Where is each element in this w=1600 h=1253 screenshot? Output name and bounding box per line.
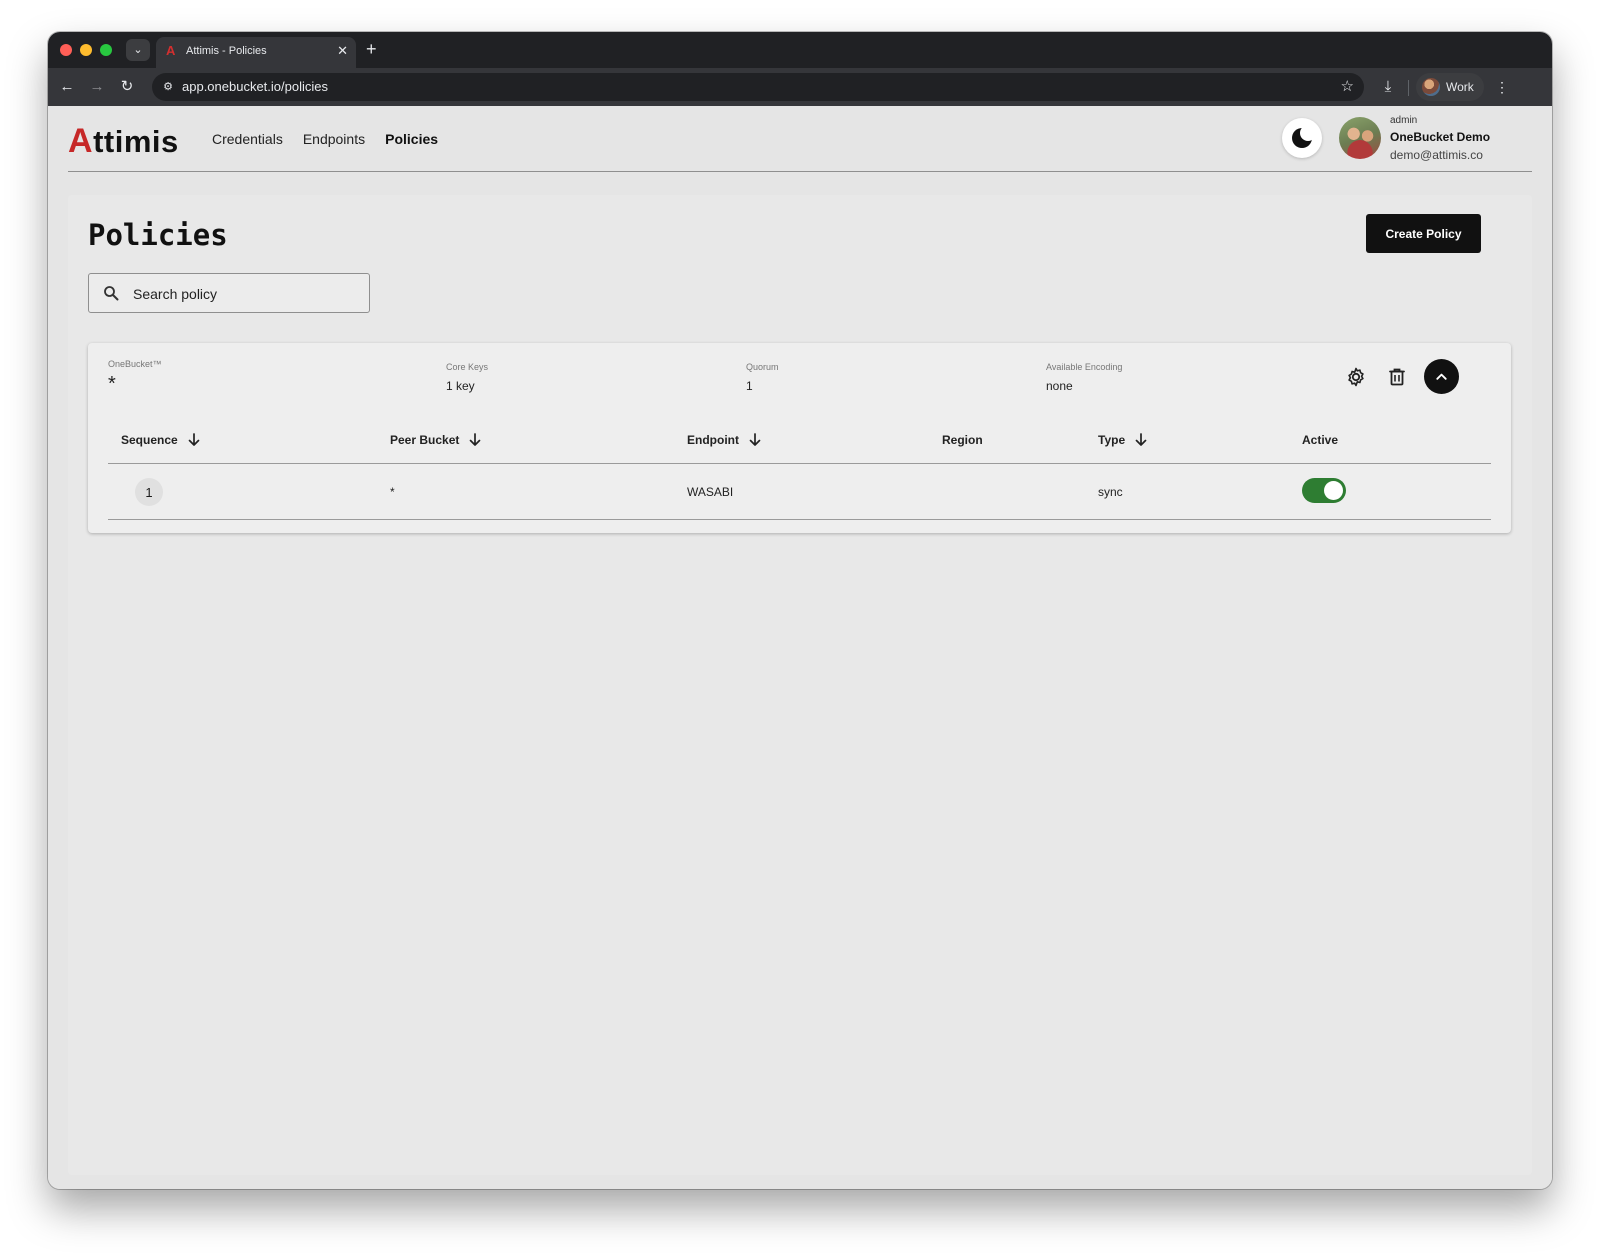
content-panel: Policies Create Policy Search policy One… xyxy=(68,195,1532,1175)
sort-arrow-down-icon[interactable] xyxy=(188,433,200,447)
column-sequence-label: Sequence xyxy=(121,433,178,447)
table-row[interactable]: 1 * WASABI sync xyxy=(108,464,1491,520)
dark-mode-toggle[interactable] xyxy=(1282,118,1322,158)
browser-tab-bar: ⌄ A Attimis - Policies ✕ + xyxy=(48,32,1552,68)
column-type-label: Type xyxy=(1098,433,1126,447)
address-bar[interactable]: ⚙ app.onebucket.io/policies ☆ xyxy=(152,73,1364,101)
policy-card: OneBucket™ * Core Keys 1 key Quorum 1 Av… xyxy=(88,343,1511,533)
trash-icon[interactable] xyxy=(1385,365,1409,389)
sort-arrow-down-icon[interactable] xyxy=(469,433,481,447)
nav-policies[interactable]: Policies xyxy=(385,131,438,147)
logo-text: ttimis xyxy=(93,124,179,159)
back-arrow-icon[interactable]: ← xyxy=(56,76,78,98)
maximize-window-button[interactable] xyxy=(100,44,112,56)
quorum-value: 1 xyxy=(746,379,753,393)
profile-avatar xyxy=(1422,78,1440,96)
table-header: Sequence Peer Bucket Endpoint Region Typ… xyxy=(108,421,1491,464)
app-header: Attimis Credentials Endpoints Policies a… xyxy=(68,106,1532,172)
search-placeholder: Search policy xyxy=(133,286,218,302)
user-email: demo@attimis.co xyxy=(1390,148,1483,162)
chevron-up-icon xyxy=(1436,373,1447,380)
column-peer-bucket-label: Peer Bucket xyxy=(390,433,460,447)
sort-arrow-down-icon[interactable] xyxy=(749,433,761,447)
attimis-favicon-icon: A xyxy=(166,43,176,58)
collapse-button[interactable] xyxy=(1424,359,1459,394)
encoding-value: none xyxy=(1046,379,1073,393)
site-settings-icon[interactable]: ⚙ xyxy=(160,79,176,95)
url-text[interactable]: app.onebucket.io/policies xyxy=(182,79,328,94)
tab-close-icon[interactable]: ✕ xyxy=(337,43,348,59)
active-toggle[interactable] xyxy=(1302,478,1346,503)
column-sequence[interactable]: Sequence xyxy=(121,433,200,447)
sequence-chip: 1 xyxy=(135,478,163,506)
toggle-knob xyxy=(1324,481,1343,500)
nav-credentials[interactable]: Credentials xyxy=(212,131,283,147)
attimis-logo[interactable]: Attimis xyxy=(68,122,179,161)
quorum-label: Quorum xyxy=(746,362,779,372)
tab-search-chevron-icon[interactable]: ⌄ xyxy=(126,39,150,61)
gear-icon[interactable] xyxy=(1344,365,1368,389)
minimize-window-button[interactable] xyxy=(80,44,92,56)
moon-icon xyxy=(1292,125,1316,148)
reload-icon[interactable]: ↻ xyxy=(116,76,138,98)
tab-title: Attimis - Policies xyxy=(186,45,267,57)
column-region-label: Region xyxy=(942,433,983,447)
main-nav: Credentials Endpoints Policies xyxy=(212,131,438,147)
logo-letter-a: A xyxy=(68,122,94,160)
user-name: OneBucket Demo xyxy=(1390,130,1491,144)
type-cell: sync xyxy=(1098,485,1123,499)
column-type[interactable]: Type xyxy=(1098,433,1147,447)
sort-arrow-down-icon[interactable] xyxy=(1135,433,1147,447)
browser-tab[interactable]: A Attimis - Policies ✕ xyxy=(156,37,356,68)
column-active: Active xyxy=(1302,433,1338,447)
column-peer-bucket[interactable]: Peer Bucket xyxy=(390,433,481,447)
app-root: Attimis Credentials Endpoints Policies a… xyxy=(48,106,1552,1189)
browser-window: ⌄ A Attimis - Policies ✕ + ← → ↻ ⚙ app.o… xyxy=(48,32,1552,1189)
toolbar-divider xyxy=(1408,80,1409,96)
bucket-label: OneBucket™ xyxy=(108,359,162,369)
close-window-button[interactable] xyxy=(60,44,72,56)
search-icon xyxy=(104,286,119,301)
nav-endpoints[interactable]: Endpoints xyxy=(303,131,365,147)
column-endpoint[interactable]: Endpoint xyxy=(687,433,761,447)
bookmark-star-icon[interactable]: ☆ xyxy=(1341,78,1354,96)
forward-arrow-icon[interactable]: → xyxy=(86,76,108,98)
download-icon[interactable]: ⤓ xyxy=(1378,76,1398,98)
peer-bucket-cell: * xyxy=(390,485,395,499)
profile-button[interactable]: Work xyxy=(1416,73,1484,101)
create-policy-button[interactable]: Create Policy xyxy=(1366,214,1481,253)
column-region: Region xyxy=(942,433,983,447)
core-keys-value: 1 key xyxy=(446,379,475,393)
endpoint-cell: WASABI xyxy=(687,485,734,499)
core-keys-label: Core Keys xyxy=(446,362,489,372)
user-role: admin xyxy=(1390,115,1418,126)
user-avatar[interactable] xyxy=(1339,117,1381,159)
bucket-value: * xyxy=(108,373,116,395)
column-endpoint-label: Endpoint xyxy=(687,433,739,447)
new-tab-plus-icon[interactable]: + xyxy=(366,38,377,60)
page-title: Policies xyxy=(88,218,228,252)
encoding-label: Available Encoding xyxy=(1046,362,1123,372)
column-active-label: Active xyxy=(1302,433,1339,447)
search-input[interactable]: Search policy xyxy=(88,273,370,313)
profile-label: Work xyxy=(1446,80,1474,94)
browser-menu-icon[interactable]: ⋮ xyxy=(1494,76,1510,98)
browser-toolbar: ← → ↻ ⚙ app.onebucket.io/policies ☆ ⤓ Wo… xyxy=(48,68,1552,106)
